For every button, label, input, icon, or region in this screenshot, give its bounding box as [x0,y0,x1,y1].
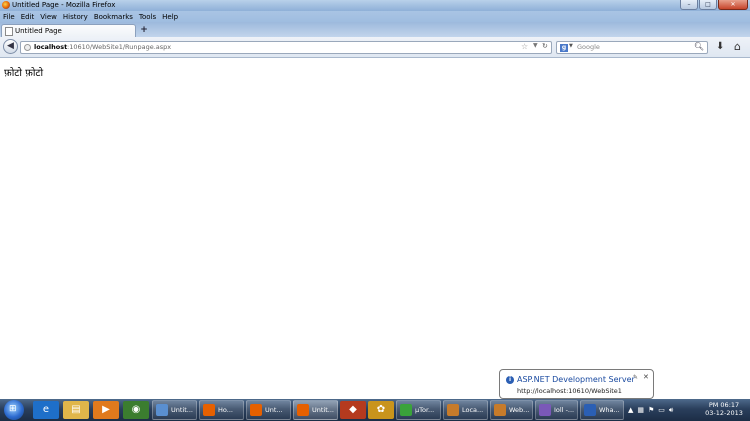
menu-tools[interactable]: Tools [136,13,159,21]
page-text: फ़ोटो फ़ोटो [4,68,44,79]
options-icon[interactable]: ✎ [633,374,638,381]
search-icon[interactable]: 🔍︎ [694,42,704,51]
menu-bookmarks[interactable]: Bookmarks [91,13,136,21]
search-bar[interactable]: g ▼ Google 🔍︎ [556,41,708,54]
utorrent-icon [400,404,412,416]
aspnet-icon [494,404,506,416]
reload-icon[interactable]: ↻ [542,42,548,50]
title-bar: Untitled Page - Mozilla Firefox – □ ✕ [0,0,750,11]
windows-logo-icon: ⊞ [9,404,17,414]
task-label: Web... [509,406,530,414]
taskbar-task-active[interactable]: Untit... [293,400,338,420]
explorer-icon [156,404,168,416]
volume-icon[interactable]: 🔊︎ [669,406,673,415]
taskbar-task[interactable]: Unt... [246,400,291,420]
taskbar-task[interactable]: µTor... [396,400,441,420]
home-icon[interactable]: ⌂ [734,40,741,53]
task-label: Loca... [462,406,484,414]
tab-untitled-page[interactable]: Untitled Page [1,24,136,37]
system-tray: ▲ ▦ ⚑ ▭ 🔊︎ [628,404,673,416]
firefox-icon [203,404,215,416]
page-content: फ़ोटो फ़ोटो [0,59,750,399]
menu-help[interactable]: Help [159,13,181,21]
taskbar-task[interactable]: Untit... [152,400,197,420]
app-icon[interactable]: ✿ [368,401,394,419]
task-label: Untit... [312,406,334,414]
task-label: Wha... [599,406,620,414]
firefox-icon [2,1,10,9]
taskbar-task[interactable]: Ho... [199,400,244,420]
search-engine-dropdown-icon[interactable]: ▼ [569,43,573,49]
tab-label: Untitled Page [15,27,62,35]
window-title: Untitled Page - Mozilla Firefox [12,1,116,9]
clock[interactable]: PM 06:17 03-12-2013 [700,401,748,417]
start-button[interactable]: ⊞ [4,400,24,420]
taskbar-task[interactable]: Ioll -... [535,400,578,420]
notification-title: ASP.NET Development Server [517,375,635,384]
navigation-bar: ◀ localhost :10610/WebSite1/Runpage.aspx… [0,37,750,58]
search-engine-icon[interactable]: g [560,44,568,52]
page-icon [5,27,13,36]
firefox-icon [250,404,262,416]
task-label: Untit... [171,406,193,414]
taskbar: ⊞ e ▤ ▶ ◉ Untit... Ho... Unt... Untit...… [0,399,750,421]
display-icon[interactable]: ▭ [658,406,665,414]
taskbar-task[interactable]: Loca... [443,400,488,420]
app-icon[interactable]: ◆ [340,401,366,419]
menu-edit[interactable]: Edit [18,13,38,21]
media-player-icon[interactable]: ▶ [93,401,119,419]
menu-history[interactable]: History [60,13,91,21]
taskbar-task[interactable]: Wha... [580,400,624,420]
window-controls: – □ ✕ [680,0,748,10]
task-label: µTor... [415,406,435,414]
visual-studio-icon [539,404,551,416]
aspnet-icon [447,404,459,416]
internet-explorer-icon[interactable]: e [33,401,59,419]
tab-strip: Untitled Page + [0,22,750,37]
folder-icon[interactable]: ▤ [63,401,89,419]
clock-date: 03-12-2013 [705,409,743,417]
clock-time: PM 06:17 [708,401,740,409]
back-button[interactable]: ◀ [3,39,18,54]
search-placeholder: Google [577,43,600,51]
back-arrow-icon: ◀ [7,41,14,51]
minimize-button[interactable]: – [680,0,698,10]
globe-icon [24,44,31,51]
url-host: localhost [34,43,68,51]
firefox-icon [297,404,309,416]
close-button[interactable]: ✕ [718,0,748,10]
notification-text: http://localhost:10610/WebSite1 [517,387,622,395]
downloads-icon[interactable]: ⬇ [716,41,724,52]
url-dropdown-icon[interactable]: ▼ [533,42,538,49]
flag-icon[interactable]: ⚑ [648,406,654,414]
chrome-icon[interactable]: ◉ [123,401,149,419]
new-tab-button[interactable]: + [139,26,149,36]
word-icon [584,404,596,416]
task-label: Unt... [265,406,283,414]
task-label: Ho... [218,406,233,414]
maximize-button[interactable]: □ [699,0,717,10]
show-hidden-icons-icon[interactable]: ▲ [628,406,633,414]
close-icon[interactable]: ✕ [643,373,649,381]
url-bar[interactable]: localhost :10610/WebSite1/Runpage.aspx ☆… [20,41,552,54]
notification-balloon[interactable]: i ASP.NET Development Server http://loca… [499,369,654,404]
url-path: :10610/WebSite1/Runpage.aspx [67,43,172,51]
menu-bar: File Edit View History Bookmarks Tools H… [0,11,750,22]
menu-file[interactable]: File [0,13,18,21]
network-icon[interactable]: ▦ [637,406,644,414]
bookmark-star-icon[interactable]: ☆ [521,42,528,51]
menu-view[interactable]: View [37,13,60,21]
taskbar-task[interactable]: Web... [490,400,533,420]
task-label: Ioll -... [554,406,575,414]
info-icon: i [506,376,514,384]
